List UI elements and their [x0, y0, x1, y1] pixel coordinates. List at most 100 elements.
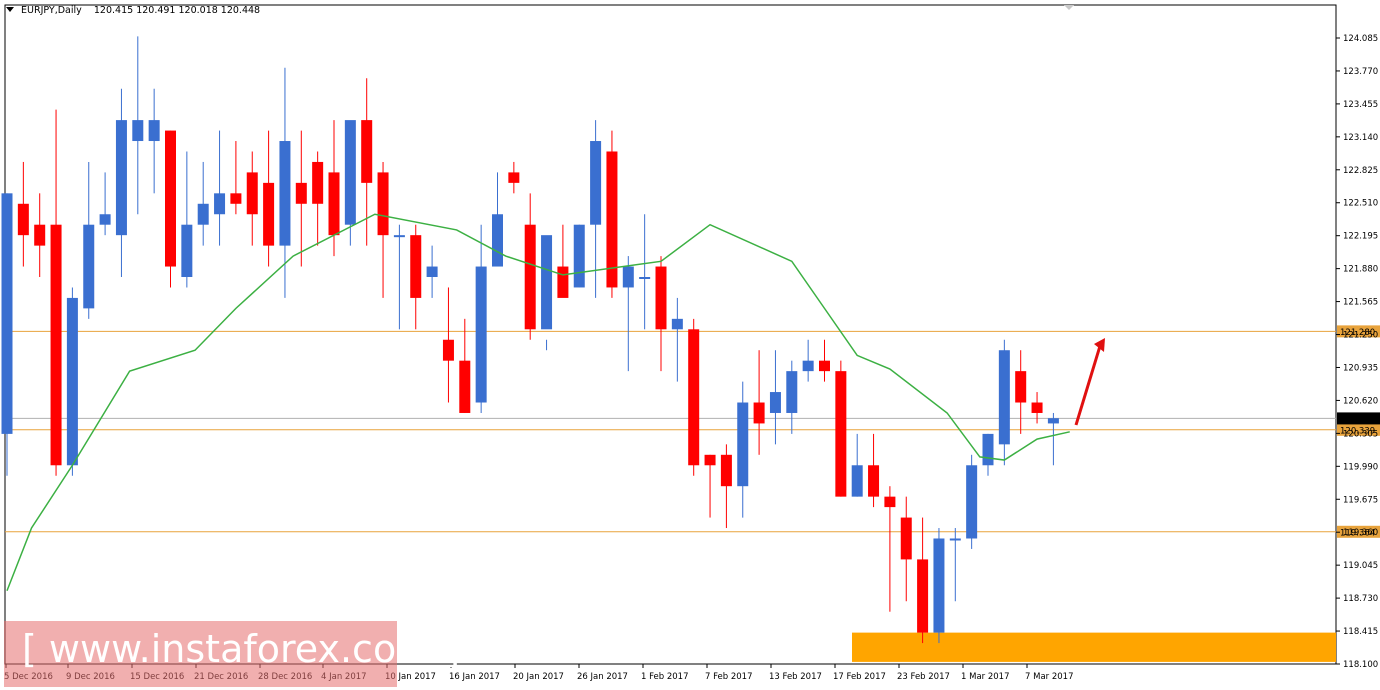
price-axis: 124.085 123.770 123.455 123.140 122.825 122.5… — [1336, 34, 1378, 670]
y-tick-label: 119.990 — [1343, 462, 1378, 472]
y-tick-label: 123.140 — [1343, 133, 1378, 143]
candle-body — [671, 318, 683, 330]
candle-body — [541, 235, 553, 330]
candle-body — [966, 465, 978, 539]
candle-body — [982, 433, 994, 466]
candle-body — [197, 203, 209, 225]
candle-body — [393, 235, 405, 238]
dropdown-triangle-icon[interactable] — [6, 7, 14, 12]
x-tick-label: 26 Jan 2017 — [577, 672, 628, 682]
x-tick-label: 1 Feb 2017 — [641, 672, 689, 682]
y-tick-label: 124.085 — [1343, 34, 1378, 44]
candle-body — [426, 266, 438, 277]
candle-body — [557, 266, 569, 298]
candle-body — [786, 371, 798, 413]
candle-body — [17, 203, 29, 236]
candle-body — [1015, 371, 1027, 403]
candle-body — [492, 214, 503, 267]
y-tick-label: 119.360 — [1343, 528, 1378, 538]
candle-body — [917, 559, 929, 633]
plot-frame — [4, 4, 1337, 665]
x-tick-label: 16 Jan 2017 — [449, 672, 500, 682]
y-tick-label: 119.045 — [1343, 561, 1378, 571]
candle-body — [639, 276, 651, 279]
candle-body — [737, 402, 749, 487]
candle-body — [34, 224, 46, 246]
candle-body — [181, 224, 193, 277]
candle-body — [1047, 418, 1059, 424]
price-chart: 121.280120.339119.364120.448 124.085123.… — [1, 4, 1380, 682]
candle-body — [524, 224, 536, 330]
candle-body — [66, 297, 78, 466]
watermark: [ www.instaforex.com ] — [4, 621, 460, 687]
x-tick-label: 17 Feb 2017 — [833, 672, 886, 682]
support-zone-layer — [852, 632, 1336, 662]
candle-body — [115, 120, 127, 236]
candle-body — [753, 402, 765, 424]
candle-body — [344, 120, 356, 225]
candle-body — [508, 172, 520, 183]
candle-body — [361, 120, 373, 183]
x-tick-label: 7 Feb 2017 — [705, 672, 753, 682]
y-tick-label: 120.935 — [1343, 363, 1378, 373]
y-tick-label: 122.195 — [1343, 232, 1378, 242]
candle-body — [230, 193, 242, 204]
candle-body — [377, 172, 389, 236]
y-tick-label: 122.825 — [1343, 166, 1378, 176]
candle-body — [655, 266, 667, 330]
candle-body — [312, 161, 324, 204]
x-tick-label: 20 Jan 2017 — [513, 672, 564, 682]
y-tick-label: 122.510 — [1343, 199, 1378, 209]
current-price-label: 120.448 — [1340, 415, 1375, 425]
x-tick-label: 23 Feb 2017 — [897, 672, 950, 682]
candle-body — [50, 224, 62, 466]
candle-body — [475, 266, 487, 403]
y-tick-label: 118.415 — [1343, 627, 1378, 637]
candle-body — [1, 193, 13, 434]
candle-body — [933, 538, 945, 633]
candle-body — [998, 350, 1010, 445]
symbol-label: EURJPY,Daily — [21, 5, 82, 16]
candle-body — [83, 224, 95, 309]
candle-body — [279, 141, 291, 246]
candle-body — [1031, 402, 1043, 413]
candle-body — [851, 465, 863, 497]
candle-body — [263, 182, 275, 246]
candle-body — [868, 465, 880, 497]
x-tick-label: 1 Mar 2017 — [961, 672, 1009, 682]
y-tick-label: 120.305 — [1343, 429, 1378, 439]
candle-body — [328, 172, 340, 236]
watermark-text: [ www.instaforex.com ] — [22, 627, 461, 671]
y-tick-label: 121.880 — [1343, 265, 1378, 275]
candle-body — [148, 120, 160, 142]
x-tick-label: 13 Feb 2017 — [769, 672, 822, 682]
candle-body — [720, 454, 732, 487]
support-zone — [852, 632, 1336, 662]
candle-body — [214, 193, 226, 215]
y-tick-label: 123.770 — [1343, 67, 1378, 77]
y-tick-label: 119.675 — [1343, 495, 1378, 505]
y-tick-label: 118.100 — [1343, 660, 1378, 670]
y-tick-label: 123.455 — [1343, 100, 1378, 110]
candle-body — [949, 538, 961, 541]
chart-header: EURJPY,Daily 120.415 120.491 120.018 120… — [6, 5, 260, 16]
candle-body — [622, 266, 634, 288]
candle-body — [884, 496, 896, 508]
candle-body — [835, 371, 847, 497]
candle-body — [295, 182, 307, 204]
candle-body — [573, 224, 585, 288]
candle-body — [246, 172, 258, 215]
candle-body — [459, 360, 471, 413]
y-tick-label: 120.620 — [1343, 396, 1378, 406]
ohlc-label: 120.415 120.491 120.018 120.448 — [93, 5, 261, 16]
candle-body — [819, 360, 830, 372]
y-tick-label: 121.565 — [1343, 298, 1378, 308]
candle-body — [802, 360, 814, 372]
candle-body — [590, 141, 602, 225]
candle-body — [704, 454, 716, 466]
candle-body — [132, 120, 144, 142]
candle-body — [688, 329, 700, 466]
candle-body — [900, 517, 912, 560]
candle-body — [442, 339, 454, 361]
candle-body — [165, 130, 176, 267]
